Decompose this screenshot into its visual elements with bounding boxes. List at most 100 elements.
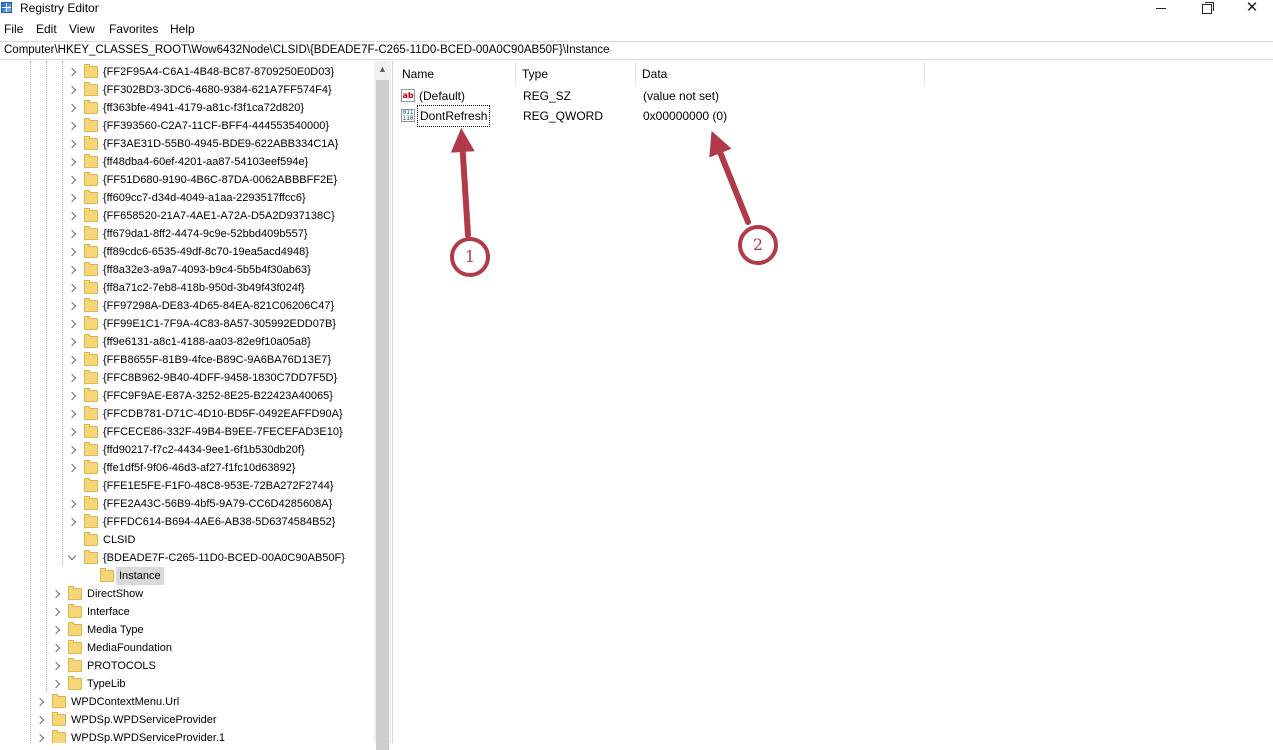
folder-icon <box>84 244 98 258</box>
tree-item-clsid[interactable]: {ffe1df5f-9f06-46d3-af27-f1fc10d63892} <box>0 459 372 477</box>
tree-item-clsid[interactable]: {FF99E1C1-7F9A-4C83-8A57-305992EDD07B} <box>0 315 372 333</box>
menu-favorites[interactable]: Favorites <box>109 22 158 36</box>
chevron-right-icon[interactable] <box>66 513 78 531</box>
tree-item-hkcr-child[interactable]: WPDContextMenu.Url <box>0 693 372 711</box>
menu-bar: File Edit View Favorites Help <box>0 20 1273 40</box>
chevron-right-icon[interactable] <box>50 603 62 621</box>
value-row-dontrefresh[interactable]: 011 110 DontRefresh REG_QWORD 0x00000000 … <box>396 105 1273 127</box>
chevron-right-icon[interactable] <box>66 459 78 477</box>
tree-item-clsid[interactable]: {FF97298A-DE83-4D65-84EA-821C06206C47} <box>0 297 372 315</box>
tree-item-clsid[interactable]: {FF302BD3-3DC6-4680-9384-621A7FF574F4} <box>0 81 372 99</box>
maximize-button[interactable] <box>1184 0 1230 18</box>
tree-item-clsid[interactable]: {FFCDB781-D71C-4D10-BD5F-0492EAFFD90A} <box>0 405 372 423</box>
column-header-name[interactable]: Name <box>396 61 516 85</box>
tree-item-clsid[interactable]: {BDEADE7F-C265-11D0-BCED-00A0C90AB50F} <box>0 549 372 567</box>
tree-item-instance[interactable]: Instance <box>0 567 372 585</box>
chevron-right-icon[interactable] <box>66 261 78 279</box>
chevron-right-icon[interactable] <box>66 207 78 225</box>
value-row-default[interactable]: ab (Default) REG_SZ (value not set) <box>396 86 1273 106</box>
chevron-right-icon[interactable] <box>66 423 78 441</box>
tree-item-clsid[interactable]: {ff8a32e3-a9a7-4093-b9c4-5b5b4f30ab63} <box>0 261 372 279</box>
menu-view[interactable]: View <box>69 22 95 36</box>
tree-item-hkcr-child[interactable]: WPDSp.WPDServiceProvider <box>0 711 372 729</box>
chevron-right-icon[interactable] <box>66 153 78 171</box>
tree-item-clsid[interactable]: {FFC9F9AE-E87A-3252-8E25-B22423A40065} <box>0 387 372 405</box>
chevron-right-icon[interactable] <box>66 405 78 423</box>
tree-item-clsid[interactable]: {FFE1E5FE-F1F0-48C8-953E-72BA272F2744} <box>0 477 372 495</box>
tree-item-wow6432node-child[interactable]: Interface <box>0 603 372 621</box>
menu-help[interactable]: Help <box>170 22 195 36</box>
chevron-right-icon[interactable] <box>34 729 46 743</box>
tree-item-wow6432node-child[interactable]: DirectShow <box>0 585 372 603</box>
tree-item-clsid[interactable]: {FF2F95A4-C6A1-4B48-BC87-8709250E0D03} <box>0 63 372 81</box>
tree-item-label: WPDContextMenu.Url <box>71 696 180 708</box>
tree-scrollbar[interactable]: ▲ <box>374 61 391 750</box>
tree-item-wow6432node-child[interactable]: MediaFoundation <box>0 639 372 657</box>
tree-item-clsid[interactable]: {ff9e6131-a8c1-4188-aa03-82e9f10a05a8} <box>0 333 372 351</box>
tree-item-clsid[interactable]: {ff89cdc6-6535-49df-8c70-19ea5acd4948} <box>0 243 372 261</box>
chevron-right-icon[interactable] <box>66 369 78 387</box>
tree-item-hkcr-child[interactable]: WPDSp.WPDServiceProvider.1 <box>0 729 372 743</box>
chevron-right-icon[interactable] <box>50 585 62 603</box>
minimize-button[interactable] <box>1138 0 1184 18</box>
chevron-right-icon[interactable] <box>50 639 62 657</box>
chevron-down-icon[interactable] <box>66 549 78 567</box>
chevron-right-icon[interactable] <box>66 333 78 351</box>
column-header-type[interactable]: Type <box>516 61 636 85</box>
tree-item-clsid[interactable]: {ff48dba4-60ef-4201-aa87-54103eef594e} <box>0 153 372 171</box>
chevron-right-icon[interactable] <box>50 621 62 639</box>
tree-item-wow6432node-child[interactable]: PROTOCOLS <box>0 657 372 675</box>
tree-item-label: {FF51D680-9190-4B6C-87DA-0062ABBBFF2E} <box>103 174 338 186</box>
chevron-right-icon[interactable] <box>66 279 78 297</box>
tree-item-clsid[interactable]: {ff679da1-8ff2-4474-9c9e-52bbd409b557} <box>0 225 372 243</box>
folder-icon <box>100 568 114 582</box>
chevron-right-icon[interactable] <box>66 171 78 189</box>
chevron-right-icon[interactable] <box>66 63 78 81</box>
tree-item-clsid[interactable]: {ff8a71c2-7eb8-418b-950d-3b49f43f024f} <box>0 279 372 297</box>
chevron-right-icon[interactable] <box>66 99 78 117</box>
chevron-right-icon[interactable] <box>66 441 78 459</box>
chevron-right-icon[interactable] <box>66 315 78 333</box>
chevron-right-icon[interactable] <box>66 189 78 207</box>
tree-item-wow6432node-child[interactable]: Media Type <box>0 621 372 639</box>
tree-item-clsid[interactable]: {ffd90217-f7c2-4434-9ee1-6f1b530db20f} <box>0 441 372 459</box>
scroll-thumb[interactable] <box>376 80 389 750</box>
tree-item-wow6432node-child[interactable]: TypeLib <box>0 675 372 693</box>
tree-item-clsid[interactable]: {ff609cc7-d34d-4049-a1aa-2293517ffcc6} <box>0 189 372 207</box>
close-button[interactable]: ✕ <box>1229 0 1273 18</box>
tree-item-clsid[interactable]: {FFB8655F-81B9-4fce-B89C-9A6BA76D13E7} <box>0 351 372 369</box>
tree-item-clsid[interactable]: {ff363bfe-4941-4179-a81c-f3f1ca72d820} <box>0 99 372 117</box>
chevron-right-icon[interactable] <box>66 297 78 315</box>
folder-icon <box>68 622 82 636</box>
address-path[interactable]: Computer\HKEY_CLASSES_ROOT\Wow6432Node\C… <box>4 44 610 56</box>
chevron-right-icon[interactable] <box>34 711 46 729</box>
chevron-right-icon[interactable] <box>66 81 78 99</box>
chevron-right-icon[interactable] <box>66 351 78 369</box>
chevron-right-icon[interactable] <box>50 657 62 675</box>
chevron-right-icon[interactable] <box>34 693 46 711</box>
tree-item-clsid[interactable]: {FF3AE31D-55B0-4945-BDE9-622ABB334C1A} <box>0 135 372 153</box>
address-bar[interactable]: Computer\HKEY_CLASSES_ROOT\Wow6432Node\C… <box>0 41 1273 60</box>
tree-item-clsid[interactable]: {FFC8B962-9B40-4DFF-9458-1830C7DD7F5D} <box>0 369 372 387</box>
tree-item-clsid[interactable]: {FF51D680-9190-4B6C-87DA-0062ABBBFF2E} <box>0 171 372 189</box>
tree-item-clsid[interactable]: {FFCECE86-332F-49B4-B9EE-7FECEFAD3E10} <box>0 423 372 441</box>
folder-icon <box>84 460 98 474</box>
column-header-data[interactable]: Data <box>636 61 925 85</box>
chevron-right-icon[interactable] <box>66 495 78 513</box>
chevron-right-icon[interactable] <box>66 225 78 243</box>
tree-item-clsid[interactable]: {FFFDC614-B694-4AE6-AB38-5D6374584B52} <box>0 513 372 531</box>
tree-item-clsid[interactable]: {FF393560-C2A7-11CF-BFF4-444553540000} <box>0 117 372 135</box>
chevron-right-icon[interactable] <box>66 135 78 153</box>
chevron-right-icon[interactable] <box>66 243 78 261</box>
tree-item-label: {FFCDB781-D71C-4D10-BD5F-0492EAFFD90A} <box>103 408 343 420</box>
chevron-right-icon[interactable] <box>50 675 62 693</box>
tree-item-clsid[interactable]: {FFE2A43C-56B9-4bf5-9A79-CC6D4285608A} <box>0 495 372 513</box>
tree-item-clsid[interactable]: CLSID <box>0 531 372 549</box>
menu-edit[interactable]: Edit <box>36 22 57 36</box>
chevron-right-icon[interactable] <box>66 117 78 135</box>
chevron-right-icon[interactable] <box>66 387 78 405</box>
scroll-up-arrow-icon[interactable]: ▲ <box>374 61 391 78</box>
folder-icon <box>84 100 98 114</box>
tree-item-clsid[interactable]: {FF658520-21A7-4AE1-A72A-D5A2D937138C} <box>0 207 372 225</box>
menu-file[interactable]: File <box>4 22 23 36</box>
